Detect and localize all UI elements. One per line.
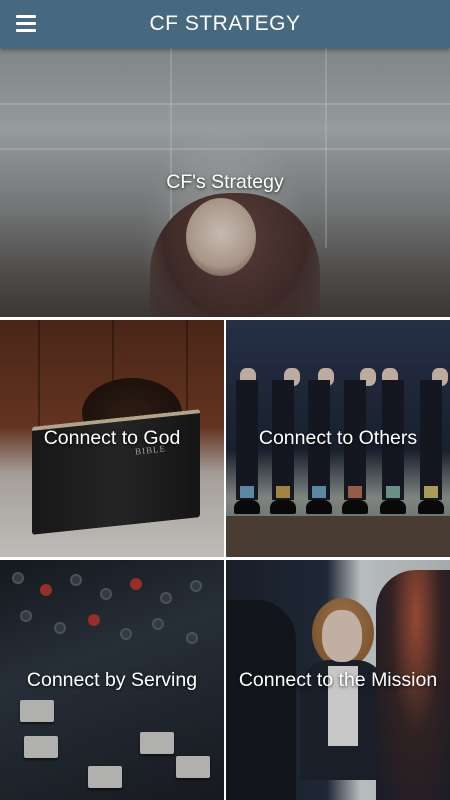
tile-connect-to-others[interactable]: Connect to Others — [226, 320, 450, 557]
app-bar: CF STRATEGY — [0, 0, 450, 48]
app-title: CF STRATEGY — [149, 12, 301, 35]
hero-tile-cf-strategy[interactable]: CF's Strategy — [0, 48, 450, 317]
tile-connect-to-god[interactable]: BIBLE Connect to God — [0, 320, 224, 557]
tile-label: Connect to the Mission — [238, 668, 438, 691]
hero-label: CF's Strategy — [166, 171, 284, 193]
tile-connect-by-serving[interactable]: Connect by Serving — [0, 560, 224, 800]
tile-connect-to-the-mission[interactable]: Connect to the Mission — [226, 560, 450, 800]
tile-label: Connect by Serving — [26, 668, 198, 691]
tile-label: Connect to God — [43, 427, 181, 449]
tile-label: Connect to Others — [258, 427, 418, 449]
